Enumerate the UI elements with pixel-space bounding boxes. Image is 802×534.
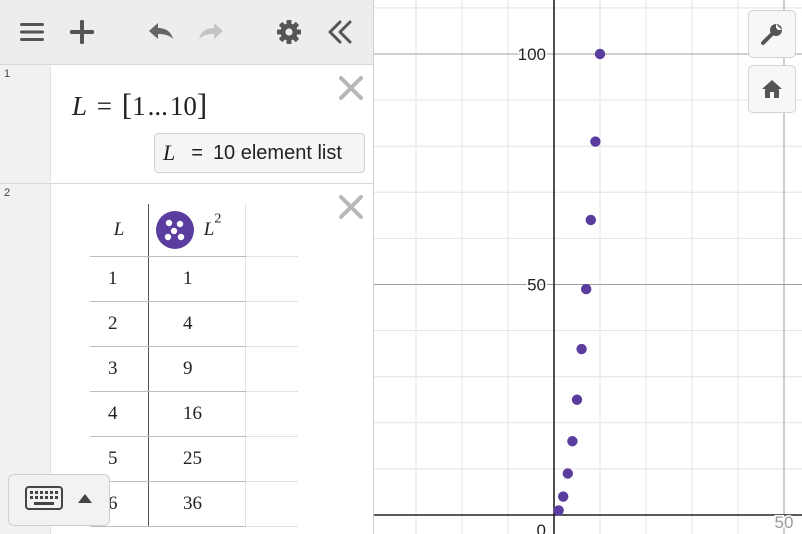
expression-toolbar [0, 0, 373, 65]
data-point[interactable] [571, 394, 583, 405]
table-cell-empty[interactable] [245, 346, 298, 392]
data-point[interactable] [594, 48, 606, 60]
graph-canvas[interactable]: 100 50 0 50 [374, 0, 802, 534]
table-cell-empty[interactable] [245, 256, 298, 302]
double-chevron-left-icon[interactable] [322, 14, 358, 50]
list-evaluation-badge: L = 10 element list [154, 133, 365, 173]
table-cell-l[interactable]: 3 [90, 346, 149, 392]
delete-expression-1-icon[interactable] [336, 73, 366, 103]
list-end: 10 [169, 91, 197, 121]
table-empty-column[interactable] [245, 204, 298, 257]
expression-gutter: 1 [0, 65, 51, 183]
list-ellipsis: ... [147, 91, 168, 121]
data-table: L L2 1 1 2 4 3 9 4 16 5 25 6 36 [90, 204, 298, 527]
badge-variable: L [163, 140, 176, 165]
table-row: 6 36 [90, 481, 298, 527]
plus-icon[interactable] [64, 14, 100, 50]
redo-icon[interactable] [194, 14, 230, 50]
table-cell-l[interactable]: 1 [90, 256, 149, 302]
delete-expression-2-icon[interactable] [336, 192, 366, 222]
graph-svg[interactable]: 100 50 0 50 [374, 0, 802, 534]
badge-equals: = [191, 141, 203, 164]
expression-panel: 1 L = [1...10] L = 10 element list 2 L L… [0, 0, 374, 534]
y-tick-label: 50 [527, 276, 546, 295]
table-cell-l-squared: 16 [148, 391, 246, 437]
triangle-up-icon [77, 491, 93, 509]
data-point[interactable] [553, 505, 564, 516]
badge-text: 10 element list [212, 141, 342, 164]
table-cell-empty[interactable] [245, 436, 298, 482]
scatter-points-icon[interactable] [155, 210, 195, 250]
table-cell-l-squared: 25 [148, 436, 246, 482]
table-row: 24 [90, 301, 298, 347]
equals-sign: = [96, 91, 113, 121]
home-icon[interactable] [748, 65, 796, 113]
table-cell-l[interactable]: 4 [90, 391, 149, 437]
table-cell-l-squared: 1 [148, 256, 246, 302]
data-point[interactable] [576, 343, 587, 355]
undo-icon[interactable] [142, 14, 178, 50]
table-row: 4 16 [90, 391, 298, 437]
data-point[interactable] [558, 491, 569, 502]
close-bracket: ] [196, 87, 208, 122]
table-cell-l-squared: 9 [148, 346, 246, 392]
table-row: 39 [90, 346, 298, 392]
x-tick-label: 50 [775, 513, 794, 532]
wrench-icon[interactable] [748, 10, 796, 58]
table-cell-empty[interactable] [245, 301, 298, 347]
keyboard-icon [25, 485, 63, 515]
table-header-l[interactable]: L [90, 204, 149, 257]
table-cell-l[interactable]: 2 [90, 301, 149, 347]
data-point[interactable] [581, 283, 592, 295]
keyboard-toggle[interactable] [8, 474, 110, 526]
table-header-l-squared[interactable]: L2 [148, 204, 246, 257]
table-cell-l-squared: 36 [148, 481, 246, 527]
hamburger-menu-icon[interactable] [14, 14, 50, 50]
variable-l: L [72, 91, 88, 121]
data-point[interactable] [562, 468, 573, 479]
data-point[interactable] [585, 214, 596, 226]
expression-number: 1 [4, 68, 11, 80]
table-cell-empty[interactable] [245, 391, 298, 437]
table-cell-l-squared: 4 [148, 301, 246, 347]
table-row: 11 [90, 256, 298, 302]
y-tick-label: 100 [518, 45, 546, 64]
y-tick-label: 0 [537, 521, 546, 534]
data-point[interactable] [590, 136, 601, 147]
list-definition[interactable]: L = [1...10] [72, 87, 207, 123]
list-start: 1 [132, 91, 146, 121]
open-bracket: [ [121, 87, 133, 122]
table-cell-empty[interactable] [245, 481, 298, 527]
table-row: 5 25 [90, 436, 298, 482]
expression-number: 2 [4, 187, 11, 199]
gear-icon[interactable] [271, 14, 307, 50]
data-point[interactable] [567, 436, 578, 447]
